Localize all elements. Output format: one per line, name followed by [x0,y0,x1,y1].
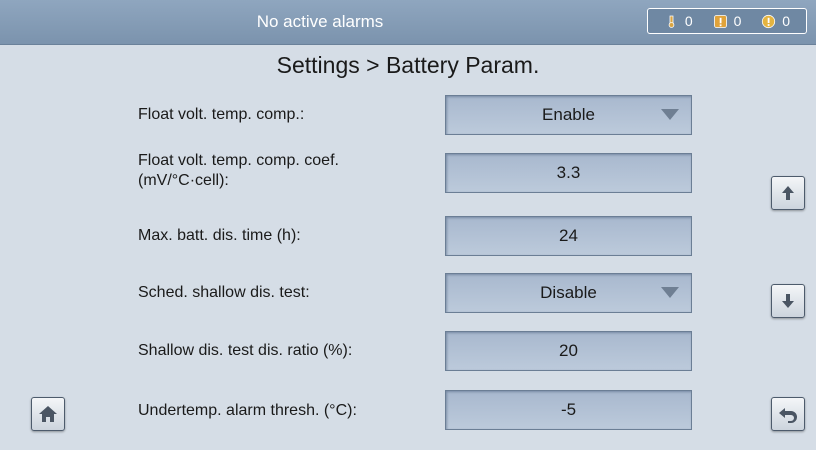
shallow-dis-test-ratio-input[interactable]: 20 [445,331,692,371]
arrow-down-icon [782,294,794,308]
max-batt-dis-time-input[interactable]: 24 [445,216,692,256]
shallow-dis-test-ratio-value: 20 [559,341,578,360]
minor-alarm-icon [664,14,679,29]
dropdown-arrow-icon [661,287,679,298]
home-button[interactable] [31,397,65,431]
max-batt-dis-time-value: 24 [559,226,578,245]
undertemp-alarm-thresh-value: -5 [560,400,577,419]
status-bar: No active alarms 0 0 0 [0,0,816,45]
float-volt-temp-comp-coef-value: 3.3 [556,163,581,182]
scroll-up-button[interactable] [771,176,805,210]
minor-alarm-count: 0 [684,13,693,29]
undertemp-alarm-thresh-input[interactable]: -5 [445,390,692,430]
critical-alarm-icon [761,14,776,29]
float-volt-temp-comp-value: Enable [542,105,595,124]
param-label-shallow-dis-test-ratio: Shallow dis. test dis. ratio (%): [138,342,353,359]
back-button[interactable] [771,397,805,431]
minor-alarm-group: 0 [664,13,693,29]
sched-shallow-dis-test-dropdown[interactable]: Disable [445,273,692,313]
float-volt-temp-comp-dropdown[interactable]: Enable [445,95,692,135]
param-label-undertemp-alarm-thresh: Undertemp. alarm thresh. (°C): [138,402,357,419]
alarm-summary[interactable]: 0 0 0 [647,8,807,34]
dropdown-arrow-icon [661,109,679,120]
major-alarm-group: 0 [713,13,742,29]
major-alarm-icon [713,14,728,29]
major-alarm-count: 0 [733,13,742,29]
back-icon [779,408,797,423]
sched-shallow-dis-test-value: Disable [540,283,597,302]
float-volt-temp-comp-coef-input[interactable]: 3.3 [445,153,692,193]
param-label-max-batt-dis-time: Max. batt. dis. time (h): [138,227,301,244]
page-title: Settings > Battery Param. [276,52,540,78]
home-icon [39,406,57,422]
param-label-float-volt-temp-comp: Float volt. temp. comp.: [138,106,305,123]
param-label-sched-shallow-dis-test: Sched. shallow dis. test: [138,284,310,301]
critical-alarm-count: 0 [782,13,791,29]
param-label-float-volt-temp-comp-coef: Float volt. temp. comp. coef. (mV/°C·cel… [138,152,339,189]
critical-alarm-group: 0 [761,13,790,29]
scroll-down-button[interactable] [771,284,805,318]
arrow-up-icon [782,186,794,200]
alarm-status-text: No active alarms [256,12,384,31]
